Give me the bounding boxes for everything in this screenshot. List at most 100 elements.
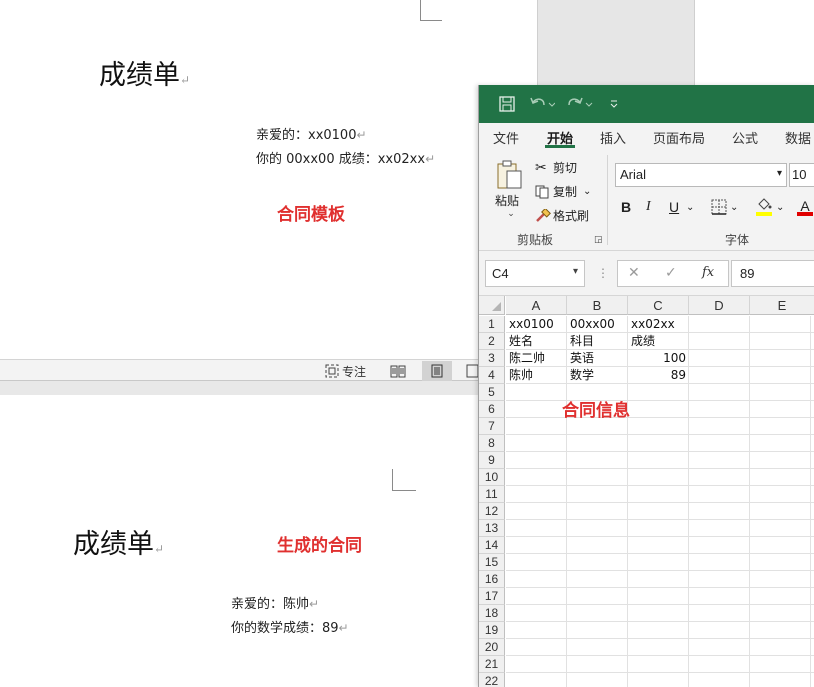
info-annotation: 合同信息	[562, 401, 630, 421]
ribbon-tabs: 文件 开始 插入 页面布局 公式 数据	[479, 123, 814, 151]
cut-button[interactable]: ✂ 剪切	[535, 159, 577, 176]
paste-dropdown-icon: ⌄	[507, 209, 515, 219]
cell-c4[interactable]: 89	[629, 367, 689, 384]
save-icon	[499, 96, 515, 112]
row-header[interactable]: 2	[479, 333, 505, 350]
row-header[interactable]: 14	[479, 537, 505, 554]
column-header-c[interactable]: C	[628, 296, 689, 315]
paste-button[interactable]: 粘贴 ⌄	[495, 159, 527, 219]
font-dropdown-icon: ▾	[776, 168, 782, 179]
redo-button[interactable]	[567, 95, 593, 113]
row-header[interactable]: 4	[479, 367, 505, 384]
page-gap-lower	[0, 381, 480, 395]
quick-access-customize-button[interactable]	[609, 95, 619, 113]
row-header[interactable]: 21	[479, 656, 505, 673]
underline-button[interactable]: U	[669, 197, 679, 217]
save-button[interactable]	[499, 95, 515, 113]
tab-file[interactable]: 文件	[493, 128, 519, 147]
page-corner-mark	[420, 0, 442, 21]
tab-page-layout[interactable]: 页面布局	[653, 128, 705, 147]
cell-c3[interactable]: 100	[629, 350, 689, 367]
row-header[interactable]: 19	[479, 622, 505, 639]
tab-data[interactable]: 数据	[785, 128, 811, 147]
cell-a2[interactable]: 姓名	[507, 333, 567, 350]
scissors-icon: ✂	[535, 159, 547, 176]
cell-b3[interactable]: 英语	[568, 350, 628, 367]
column-header-b[interactable]: B	[567, 296, 628, 315]
row-header[interactable]: 20	[479, 639, 505, 656]
clipboard-launcher-icon[interactable]: ◲	[594, 235, 603, 245]
copy-button[interactable]: 复制 ⌄	[535, 183, 591, 200]
column-header-a[interactable]: A	[506, 296, 567, 315]
row-header[interactable]: 15	[479, 554, 505, 571]
row-header[interactable]: 7	[479, 418, 505, 435]
cell-a1[interactable]: xx0100	[507, 316, 567, 333]
format-painter-icon	[536, 208, 551, 222]
doc-line-score-template: 你的 00xx00 成绩：xx02xx↵	[256, 152, 436, 167]
undo-button[interactable]	[529, 95, 555, 113]
borders-button[interactable]: ⌄	[711, 197, 738, 217]
word-status-bar: 专注	[0, 359, 480, 381]
doc-line-score-generated: 你的数学成绩：89↵	[231, 621, 349, 636]
italic-button[interactable]: I	[646, 197, 651, 217]
format-painter-button[interactable]: 格式刷	[535, 207, 589, 224]
font-size-select[interactable]: 10	[789, 163, 814, 187]
row-header[interactable]: 16	[479, 571, 505, 588]
doc-title-generated: 成绩单↵	[73, 529, 165, 560]
font-group-label: 字体	[725, 233, 750, 247]
ribbon-separator	[607, 155, 608, 245]
row-header[interactable]: 17	[479, 588, 505, 605]
focus-mode-button[interactable]: 专注	[325, 362, 366, 380]
font-color-button[interactable]: A	[797, 197, 813, 217]
row-header[interactable]: 5	[479, 384, 505, 401]
row-header[interactable]: 10	[479, 469, 505, 486]
cell-c1[interactable]: xx02xx	[629, 316, 689, 333]
row-header[interactable]: 1	[479, 316, 505, 333]
name-box[interactable]: C4 ▾	[485, 260, 585, 287]
book-icon	[390, 365, 406, 377]
cell-b1[interactable]: 00xx00	[568, 316, 628, 333]
paste-icon	[497, 160, 522, 189]
page-icon	[431, 364, 443, 378]
cell-b4[interactable]: 数学	[568, 367, 628, 384]
enter-icon[interactable]: ✓	[665, 265, 677, 281]
underline-dropdown-icon[interactable]: ⌄	[686, 197, 694, 217]
row-header[interactable]: 22	[479, 673, 505, 687]
cell-a4[interactable]: 陈帅	[507, 367, 567, 384]
cell-b2[interactable]: 科目	[568, 333, 628, 350]
read-mode-button[interactable]	[388, 362, 408, 380]
row-header[interactable]: 11	[479, 486, 505, 503]
doc-line-greeting-template: 亲爱的：xx0100↵	[256, 128, 367, 143]
row-header[interactable]: 18	[479, 605, 505, 622]
template-annotation: 合同模板	[277, 205, 345, 225]
active-tab-indicator	[545, 145, 575, 148]
formula-buttons: ✕ ✓ fx	[617, 260, 729, 287]
undo-icon	[530, 97, 555, 107]
cancel-icon[interactable]: ✕	[628, 265, 640, 281]
cell-area[interactable]: xx0100 00xx00 xx02xx 姓名 科目 成绩 陈二帅 英语 100…	[506, 316, 814, 687]
row-header[interactable]: 3	[479, 350, 505, 367]
cell-a3[interactable]: 陈二帅	[507, 350, 567, 367]
fill-color-button[interactable]: ⌄	[756, 197, 784, 217]
bold-button[interactable]: B	[621, 197, 631, 217]
page-gap	[537, 0, 695, 86]
column-header-e[interactable]: E	[750, 296, 814, 315]
select-all-button[interactable]	[479, 296, 505, 315]
row-header[interactable]: 13	[479, 520, 505, 537]
column-header-d[interactable]: D	[689, 296, 750, 315]
insert-function-button[interactable]: fx	[702, 265, 714, 280]
customize-dropdown-icon	[610, 100, 618, 108]
row-header[interactable]: 8	[479, 435, 505, 452]
generated-annotation: 生成的合同	[277, 536, 362, 556]
tab-insert[interactable]: 插入	[600, 128, 626, 147]
tab-formulas[interactable]: 公式	[732, 128, 758, 147]
cell-c2[interactable]: 成绩	[629, 333, 689, 350]
row-header[interactable]: 9	[479, 452, 505, 469]
row-header[interactable]: 6	[479, 401, 505, 418]
copy-icon	[535, 185, 549, 198]
formula-input[interactable]: 89	[731, 260, 814, 287]
print-layout-button[interactable]	[422, 361, 452, 381]
row-header[interactable]: 12	[479, 503, 505, 520]
excel-window: 文件 开始 插入 页面布局 公式 数据 粘贴 ⌄ ✂ 剪切 复制 ⌄ 格式刷 剪…	[478, 85, 814, 687]
font-name-select[interactable]: Arial ▾	[615, 163, 787, 187]
